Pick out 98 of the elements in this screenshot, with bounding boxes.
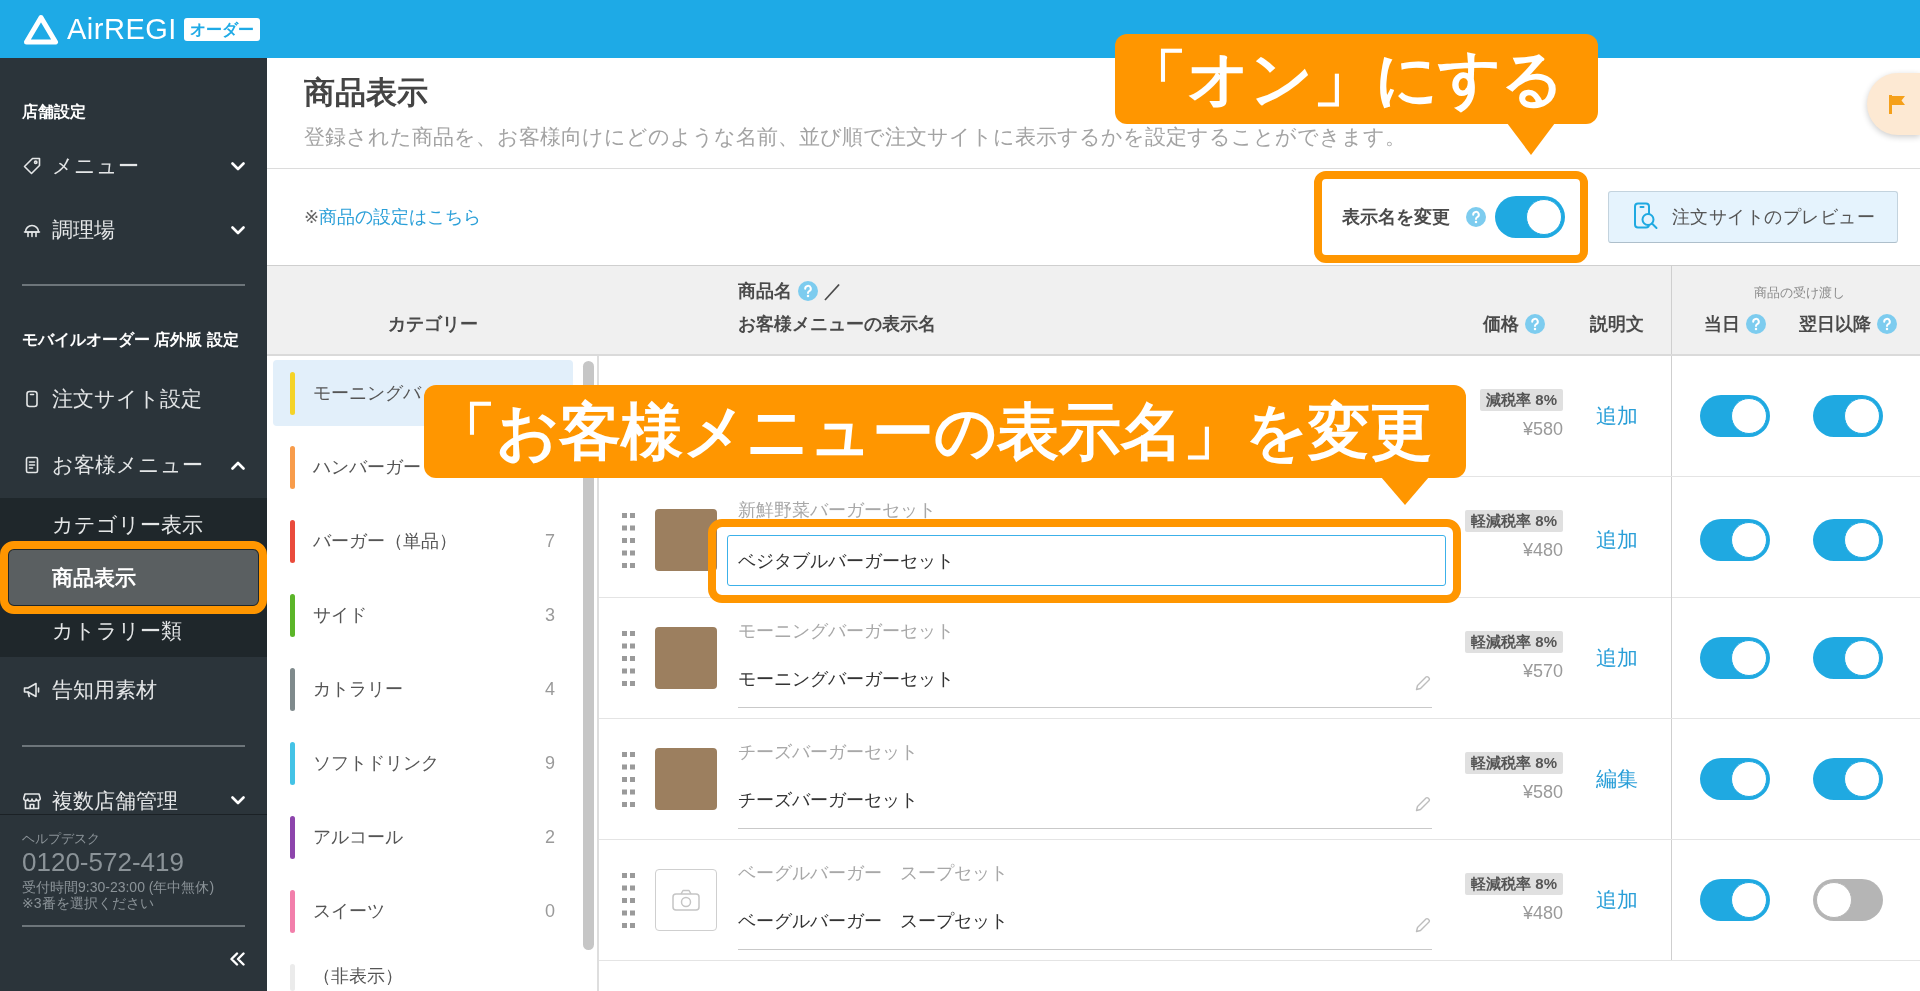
column-header: 商品名 [738,280,792,302]
submenu-item[interactable]: カテゴリー表示 [0,498,267,541]
display-name-field[interactable]: チーズバーガーセット [738,785,1432,829]
price: ¥480 [1522,540,1563,560]
pencil-icon[interactable] [1414,795,1432,813]
tax-tag: 軽減税率 8% [1465,631,1563,653]
column-header: カテゴリー [388,313,478,335]
help-icon[interactable] [798,281,818,301]
helpdesk-hours: 受付時間9:30-23:00 (年中無休) [22,879,215,895]
toggle-switch[interactable] [1699,758,1770,800]
help-icon[interactable] [1465,207,1486,227]
pencil-icon[interactable] [1414,916,1432,934]
category-item[interactable]: （非表示） [273,952,573,991]
drag-handle-icon[interactable] [622,630,635,686]
tax-tag: 軽減税率 8% [1465,752,1563,774]
category-item[interactable]: ソフトドリンク 9 [273,730,573,796]
drag-handle-icon[interactable] [622,512,635,568]
product-name: ベーグルバーガー スープセット [738,864,1008,882]
sidebar-item[interactable]: 複数店舗管理 [0,769,267,814]
toggle-switch[interactable] [1699,879,1770,921]
logo-icon [23,12,59,46]
item-count: 9 [545,752,555,774]
help-icon[interactable] [1525,314,1545,334]
toggle-switch[interactable] [1812,879,1883,921]
section-heading: モバイルオーダー 店外版 設定 [22,330,239,350]
item-count: 7 [545,530,555,552]
switch-label: 表示名を変更 [1341,206,1450,229]
helpdesk-title: ヘルプデスク [22,831,100,847]
product-name: モーニングバーガーセット [738,622,954,640]
column-header: 価格 [1483,313,1519,335]
toggle-switch[interactable] [1494,196,1565,238]
sidebar-item[interactable]: 告知用素材 [0,657,267,723]
help-icon[interactable] [1876,314,1897,334]
price: ¥580 [1522,419,1563,439]
toggle-switch[interactable] [1812,395,1883,437]
phone-icon [23,390,41,408]
column-header: 説明文 [1590,313,1644,335]
display-name-input[interactable]: ベジタブルバーガーセット [727,535,1446,586]
document-icon [23,456,41,474]
product-name: 新鮮野菜バーガーセット [738,501,936,519]
drag-handle-icon[interactable] [622,751,635,807]
section-heading: 店舗設定 [22,102,86,122]
category-item[interactable]: アルコール 2 [273,804,573,870]
submenu-item[interactable]: 商品表示 [9,550,258,605]
store-icon [23,791,41,810]
helpdesk-phone: 0120-572-419 [22,848,184,876]
sidebar-item[interactable]: お客様メニュー [0,432,267,498]
toggle-switch[interactable] [1812,637,1883,679]
helpdesk-note: ※3番を選択ください [22,895,154,911]
column-header: 当日 [1703,313,1740,335]
note-mark: ※ [304,206,320,229]
sidebar-item[interactable]: 調理場 [0,198,267,262]
preview-button[interactable]: 注文サイトのプレビュー [1607,191,1898,243]
toggle-switch[interactable] [1699,519,1770,561]
item-count: 0 [545,900,555,922]
product-name: チーズバーガーセット [738,743,918,761]
column-group-header: 商品の受け渡し [1753,284,1845,302]
page-description: 登録された商品を、お客様向けにどのような名前、並び順で注文サイトに表示するかを設定することができます。 [304,124,1406,150]
megaphone-icon [23,681,41,699]
sidebar-item[interactable]: 注文サイト設定 [0,366,267,432]
sidebar-item[interactable]: メニュー [0,134,267,198]
logo-text: AirREGI [67,12,177,46]
toggle-switch[interactable] [1699,395,1770,437]
submenu-item[interactable]: カトラリー類 [0,614,267,657]
tax-tag: 減税率 8% [1480,389,1563,411]
toggle-switch[interactable] [1812,758,1883,800]
help-icon[interactable] [1745,314,1766,334]
tag-icon [23,157,41,175]
camera-icon [672,889,700,911]
tax-tag: 軽減税率 8% [1465,510,1563,532]
photo-placeholder [655,748,717,810]
phone-search-icon [1632,202,1659,232]
flag-icon [1888,94,1906,114]
toggle-switch[interactable] [1812,519,1883,561]
pencil-icon[interactable] [1414,674,1432,692]
display-name-field[interactable]: ベーグルバーガー スープセット [738,906,1432,950]
header-separator: ／ [824,280,842,302]
display-name-field[interactable]: モーニングバーガーセット [738,664,1432,708]
price: ¥570 [1522,661,1563,681]
column-header: お客様メニューの表示名 [738,313,936,335]
price: ¥580 [1522,782,1563,802]
collapse-icon[interactable] [229,952,245,966]
photo-placeholder [655,627,717,689]
tax-tag: 軽減税率 8% [1465,873,1563,895]
product-badge: オーダー [183,17,260,41]
category-item[interactable]: カトラリー 4 [273,656,573,722]
category-item[interactable]: スイーツ 0 [273,878,573,944]
toggle-switch[interactable] [1699,637,1770,679]
price: ¥480 [1522,903,1563,923]
column-header: 翌日以降 [1798,313,1871,335]
page-title: 商品表示 [304,75,428,111]
photo-placeholder [655,509,717,571]
drag-handle-icon[interactable] [622,872,635,928]
item-count: 2 [545,826,555,848]
category-item[interactable]: サイド 3 [273,582,573,648]
item-count: 3 [545,604,555,626]
item-count: 4 [545,678,555,700]
category-item[interactable]: バーガー（単品） 7 [273,508,573,574]
